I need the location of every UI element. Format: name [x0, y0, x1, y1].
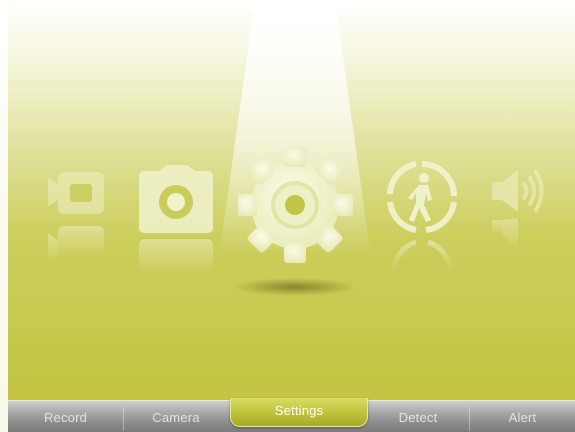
- tab-detect[interactable]: Detect: [368, 401, 468, 432]
- menu-screen: Record Camera Settings Detect Alert: [0, 0, 575, 432]
- tab-settings[interactable]: Settings: [230, 398, 368, 427]
- tab-alert[interactable]: Alert: [470, 401, 575, 432]
- video-camera-icon[interactable]: [44, 170, 108, 270]
- icon-carousel: [0, 0, 575, 400]
- walking-person-icon[interactable]: [386, 160, 458, 280]
- gear-icon[interactable]: [238, 138, 354, 278]
- tab-record[interactable]: Record: [8, 401, 123, 432]
- speaker-icon[interactable]: [490, 168, 550, 258]
- tab-camera[interactable]: Camera: [124, 401, 228, 432]
- bottom-tab-bar: Record Camera Settings Detect Alert: [8, 398, 575, 432]
- camera-icon[interactable]: [137, 165, 217, 275]
